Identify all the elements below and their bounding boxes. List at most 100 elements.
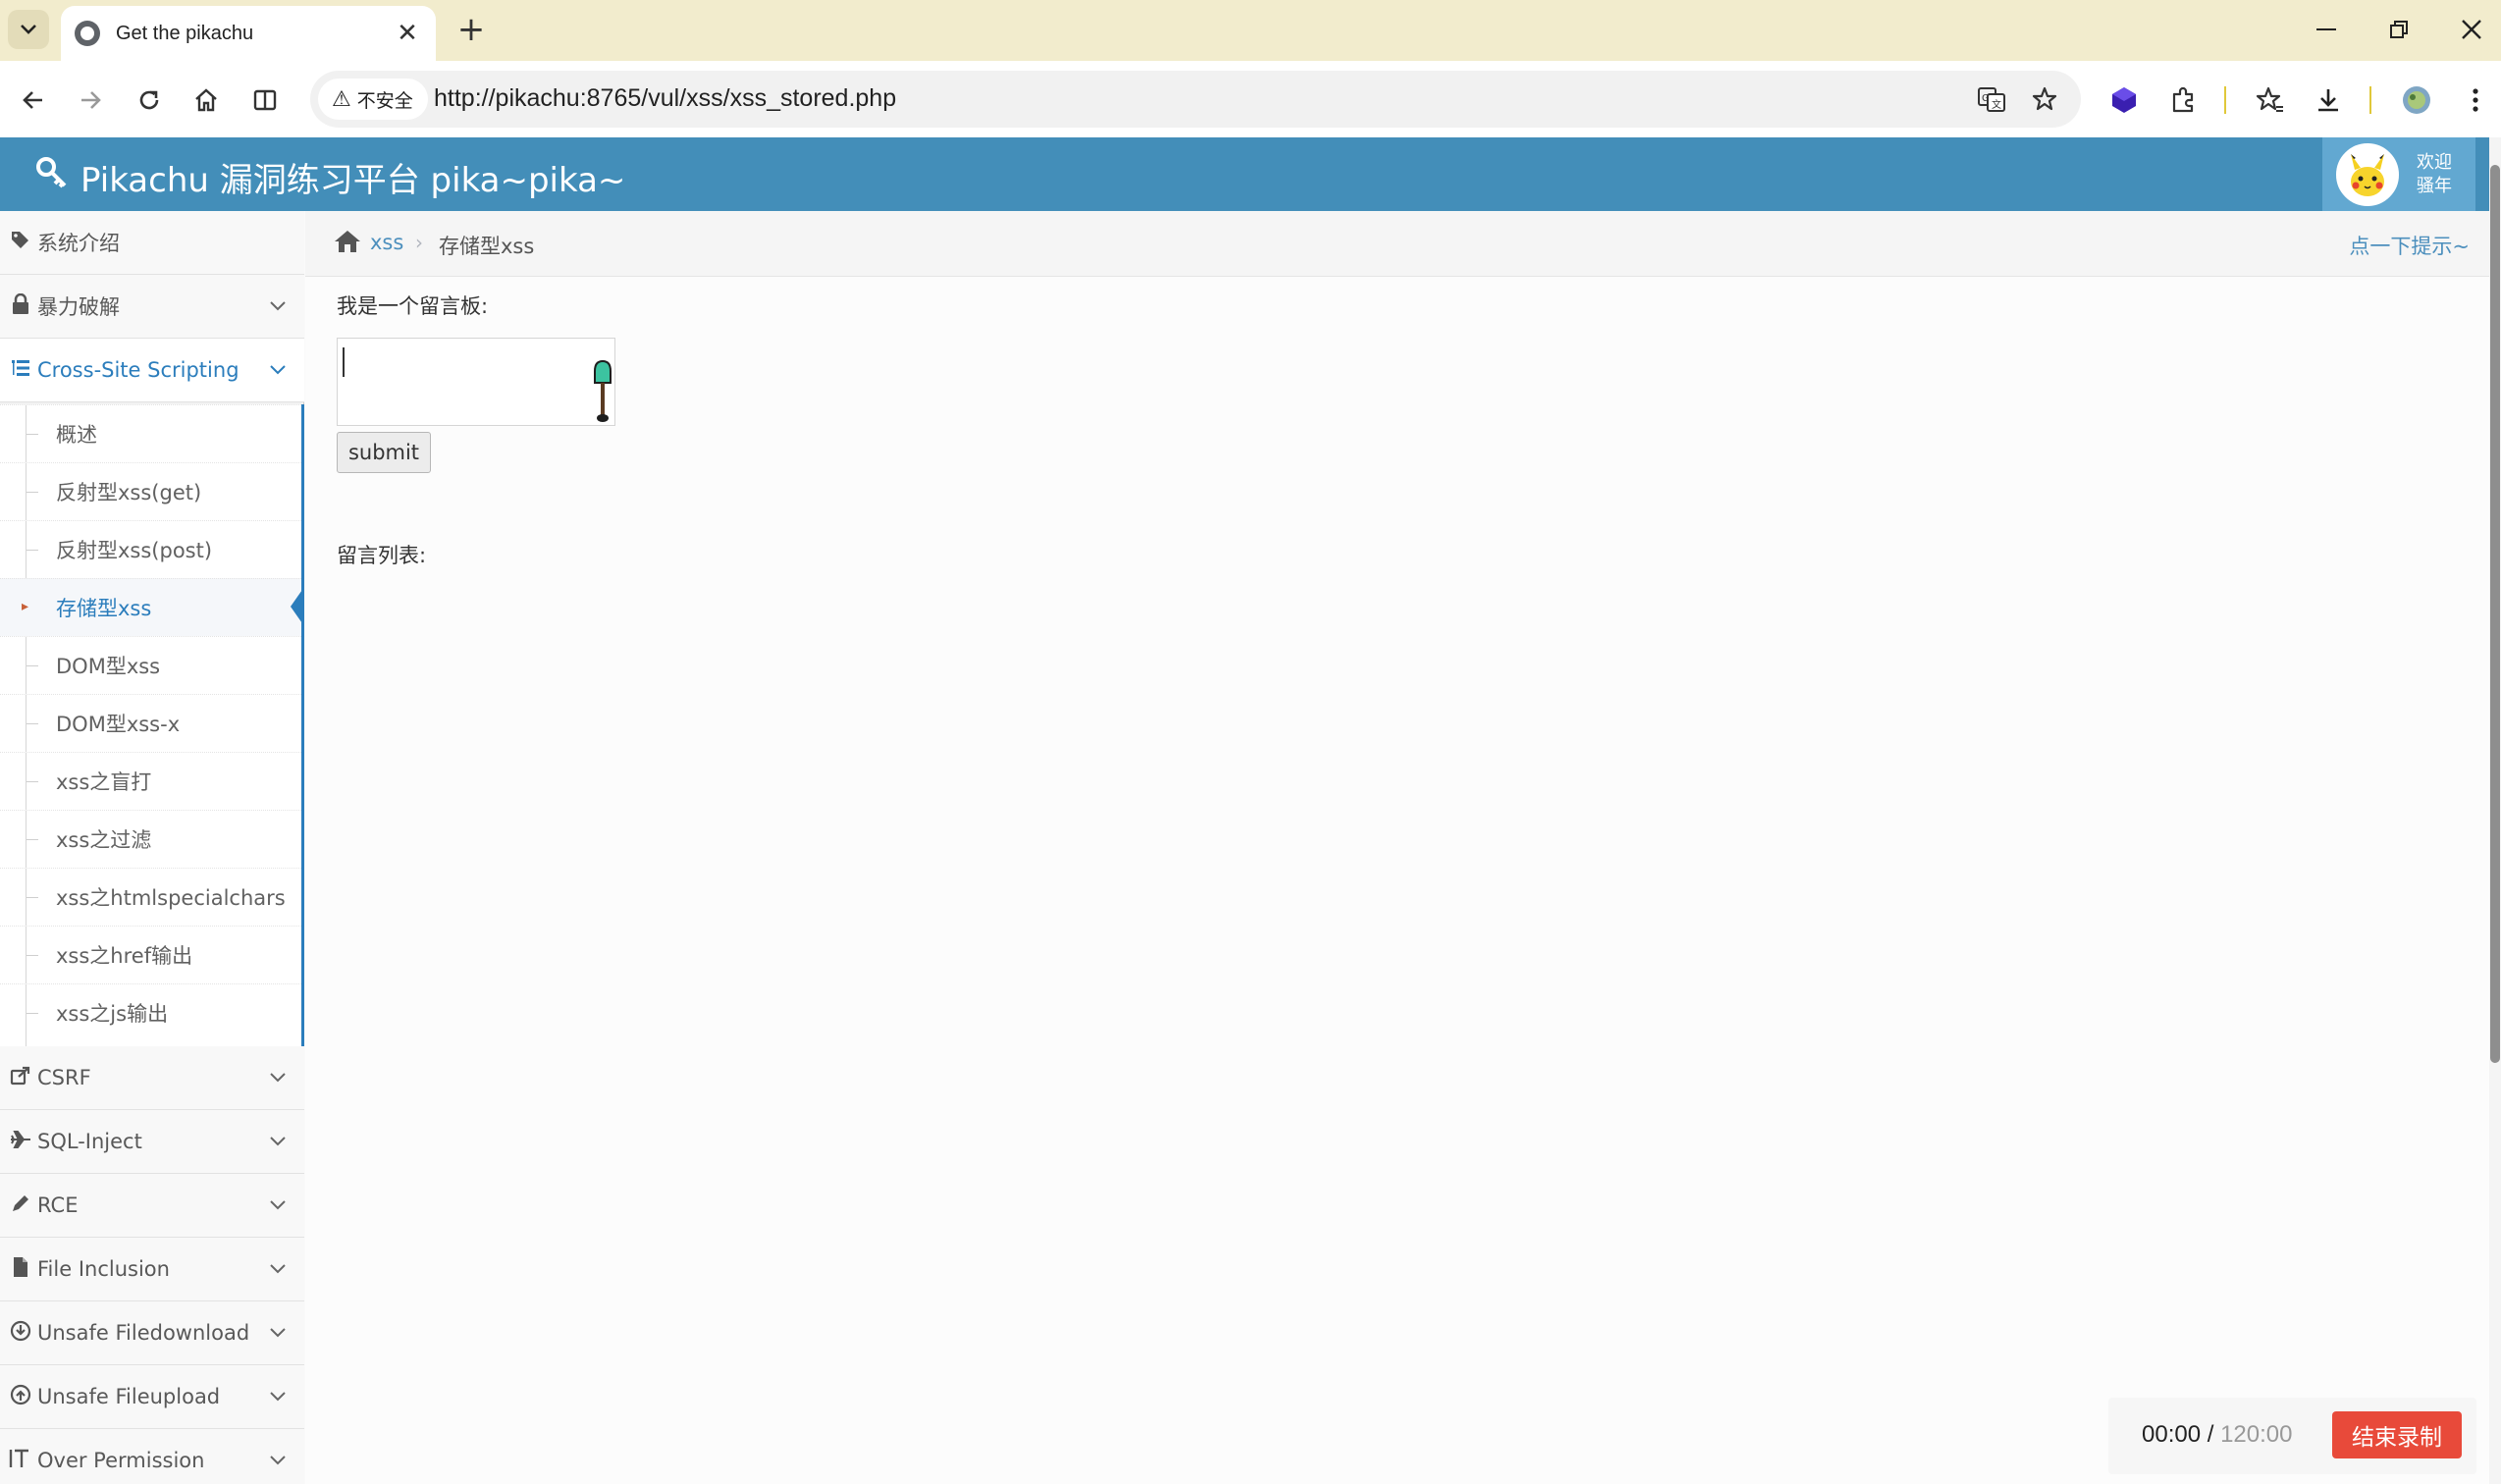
profile-button[interactable] [2395, 79, 2438, 122]
time-separator: / [2201, 1421, 2221, 1448]
sidebar-item-intro[interactable]: 系统介绍 [0, 211, 304, 275]
submenu-item-blind-xss[interactable]: xss之盲打 [0, 752, 301, 810]
sidebar-item-label: Over Permission [37, 1449, 205, 1472]
submenu-item-overview[interactable]: 概述 [0, 404, 301, 462]
sidebar-item-label: 系统介绍 [37, 232, 120, 255]
share-icon [8, 1065, 33, 1091]
downloads-button[interactable] [2307, 79, 2350, 122]
new-tab-button[interactable]: + [453, 12, 489, 47]
submenu-item-label: 反射型xss(get) [56, 481, 202, 504]
minimize-button[interactable] [2297, 10, 2356, 49]
submenu-item-xss-filter[interactable]: xss之过滤 [0, 810, 301, 868]
home-icon [195, 88, 217, 112]
page-scrollbar-thumb[interactable] [2490, 165, 2500, 1063]
reload-button[interactable] [128, 79, 171, 122]
chevron-down-icon [270, 1200, 286, 1210]
chevron-down-icon [270, 1328, 286, 1338]
chevron-down-icon [270, 1264, 286, 1274]
svg-text:G: G [1982, 93, 1990, 104]
close-window-button[interactable] [2442, 10, 2501, 49]
profile-avatar-icon [2403, 86, 2430, 114]
chevron-down-icon [21, 25, 36, 34]
split-view-button[interactable] [243, 79, 287, 122]
recording-timer: 00:00 / 120:00 [2142, 1421, 2292, 1449]
sidebar: 系统介绍 暴力破解 Cross-Site Scripting 概述 反射型xss… [0, 211, 304, 1484]
chevron-down-icon [270, 1392, 286, 1402]
submenu-item-label: DOM型xss [56, 655, 161, 678]
pikachu-avatar [2336, 142, 2399, 206]
favorites-star-icon [2256, 86, 2283, 112]
submenu-item-dom-xss-x[interactable]: DOM型xss-x [0, 694, 301, 752]
hint-link[interactable]: 点一下提示~ [2349, 231, 2470, 260]
breadcrumb-link-xss[interactable]: xss [370, 231, 403, 254]
warning-icon: ⚠ [332, 86, 351, 112]
url-text[interactable]: http://pikachu:8765/vul/xss/xss_stored.p… [434, 84, 896, 113]
extension-cube-icon [2112, 87, 2136, 113]
favorites-button[interactable] [2248, 79, 2291, 122]
submenu-item-js-output[interactable]: xss之js输出 [0, 983, 301, 1041]
sidebar-item-sql-inject[interactable]: SQL-Inject [0, 1110, 304, 1174]
browser-menu-button[interactable] [2454, 79, 2497, 122]
translate-button[interactable]: G文 [1973, 80, 2010, 118]
submenu-item-label: xss之过滤 [56, 828, 152, 852]
breadcrumb-separator: › [415, 231, 423, 254]
stop-recording-button[interactable]: 结束录制 [2332, 1411, 2462, 1458]
sidebar-item-bruteforce[interactable]: 暴力破解 [0, 275, 304, 339]
lock-icon [8, 292, 33, 320]
home-button[interactable] [185, 79, 228, 122]
sidebar-item-label: File Inclusion [37, 1257, 170, 1281]
submit-button[interactable]: submit [337, 432, 431, 473]
back-button[interactable] [12, 79, 55, 122]
sidebar-item-over-permission[interactable]: Over Permission [0, 1429, 304, 1484]
plane-icon [8, 1129, 33, 1155]
translate-icon: G文 [1978, 87, 2005, 112]
sidebar-item-xss[interactable]: Cross-Site Scripting [0, 339, 304, 402]
sidebar-item-file-inclusion[interactable]: File Inclusion [0, 1238, 304, 1301]
submenu-item-htmlspecialchars[interactable]: xss之htmlspecialchars [0, 868, 301, 926]
submenu-item-stored-xss[interactable]: ▸ 存储型xss [0, 578, 304, 636]
home-icon[interactable] [333, 229, 362, 258]
split-view-icon [253, 89, 277, 111]
sidebar-item-label: RCE [37, 1193, 79, 1217]
browser-tab-active[interactable]: Get the pikachu ✕ [61, 6, 436, 61]
total-time: 120:00 [2220, 1421, 2293, 1448]
site-brand[interactable]: Pikachu 漏洞练习平台 pika~pika~ [35, 153, 625, 201]
pikachu-icon [2351, 153, 2384, 196]
sidebar-item-label: Unsafe Fileupload [37, 1385, 221, 1408]
sidebar-item-unsafe-filedownload[interactable]: Unsafe Filedownload [0, 1301, 304, 1365]
restore-button[interactable] [2369, 10, 2428, 49]
toolbar-divider [2224, 86, 2226, 114]
sidebar-item-rce[interactable]: RCE [0, 1174, 304, 1238]
extension-button[interactable] [2102, 79, 2146, 122]
file-icon [8, 1256, 33, 1283]
submenu-item-reflected-post[interactable]: 反射型xss(post) [0, 520, 301, 578]
resize-handle-icon[interactable] [591, 355, 614, 424]
address-bar[interactable]: ⚠ 不安全 http://pikachu:8765/vul/xss/xss_st… [310, 71, 2081, 128]
submenu-item-href-output[interactable]: xss之href输出 [0, 926, 301, 983]
tab-close-button[interactable]: ✕ [393, 19, 422, 48]
submenu-item-dom-xss[interactable]: DOM型xss [0, 636, 301, 694]
elapsed-time: 00:00 [2142, 1421, 2202, 1448]
chevron-down-icon [270, 1456, 286, 1465]
message-list-label: 留言列表: [337, 544, 427, 567]
sidebar-item-csrf[interactable]: CSRF [0, 1046, 304, 1110]
toolbar-divider [2369, 86, 2371, 114]
bookmark-star-button[interactable] [2026, 80, 2063, 118]
recording-widget: 00:00 / 120:00 结束录制 [2108, 1398, 2476, 1474]
more-vertical-icon [2473, 88, 2478, 112]
submenu-item-reflected-get[interactable]: 反射型xss(get) [0, 462, 301, 520]
forward-button[interactable] [69, 79, 112, 122]
message-textarea[interactable] [337, 338, 615, 426]
browser-tab-strip: Get the pikachu ✕ + [0, 0, 2501, 61]
submenu-item-label: xss之htmlspecialchars [56, 886, 286, 910]
security-indicator[interactable]: ⚠ 不安全 [318, 79, 428, 120]
minimize-icon [2316, 28, 2336, 30]
user-menu[interactable]: 欢迎 骚年 [2322, 137, 2475, 211]
svg-text:文: 文 [1992, 98, 2001, 111]
list-icon [8, 357, 33, 384]
sidebar-item-label: Unsafe Filedownload [37, 1321, 250, 1345]
tab-search-button[interactable] [8, 10, 49, 49]
text-cursor [343, 347, 345, 377]
extensions-menu-button[interactable] [2161, 79, 2205, 122]
sidebar-item-unsafe-fileupload[interactable]: Unsafe Fileupload [0, 1365, 304, 1429]
